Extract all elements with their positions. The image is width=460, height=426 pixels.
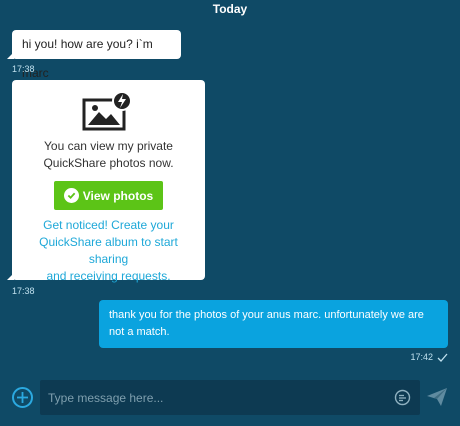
create-album-link[interactable]: Get noticed! Create your QuickShare albu… bbox=[18, 217, 199, 285]
outgoing-message: thank you for the photos of your anus ma… bbox=[99, 300, 448, 348]
cta-text-line: and receiving requests. bbox=[46, 269, 171, 283]
message-timestamp: 17:42 bbox=[410, 352, 433, 362]
add-attachment-button[interactable] bbox=[12, 387, 33, 408]
cta-text-line: Get noticed! Create your bbox=[43, 218, 174, 232]
cta-text-line: QuickShare album to start sharing bbox=[39, 235, 178, 266]
checkmark-icon bbox=[437, 353, 448, 362]
check-circle-icon bbox=[63, 188, 79, 203]
message-composer bbox=[0, 380, 460, 416]
message-status: 17:42 bbox=[410, 352, 448, 362]
plus-icon bbox=[17, 392, 28, 403]
card-text-line: QuickShare photos now. bbox=[43, 156, 174, 170]
emoji-icon[interactable] bbox=[394, 389, 411, 406]
message-text: hi you! how are you? i`m marc bbox=[22, 37, 153, 80]
quickshare-card: You can view my private QuickShare photo… bbox=[7, 80, 205, 283]
card-description: You can view my private QuickShare photo… bbox=[12, 138, 205, 172]
incoming-message: hi you! how are you? i`m marc bbox=[7, 30, 181, 80]
date-separator: Today bbox=[212, 2, 248, 16]
view-photos-label: View photos bbox=[82, 188, 154, 203]
message-input[interactable] bbox=[40, 380, 380, 415]
view-photos-button[interactable]: View photos bbox=[54, 181, 163, 210]
message-text-line: thank you for the photos of your anus ma… bbox=[109, 309, 424, 321]
message-input-container bbox=[40, 380, 420, 415]
card-text-line: You can view my private bbox=[44, 139, 173, 153]
message-text-line: not a match. bbox=[109, 326, 170, 338]
send-icon[interactable] bbox=[426, 386, 448, 408]
message-timestamp: 17:38 bbox=[12, 286, 35, 296]
image-lightning-icon bbox=[82, 91, 132, 131]
message-timestamp: 17:38 bbox=[12, 64, 35, 74]
